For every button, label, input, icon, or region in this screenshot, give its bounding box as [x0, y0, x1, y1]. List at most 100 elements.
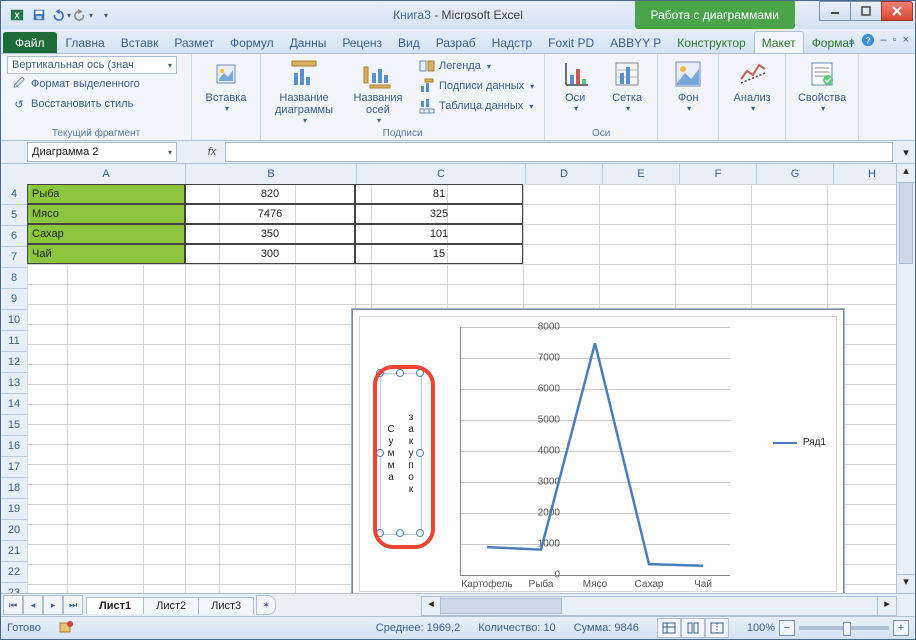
cell[interactable]: 101 [355, 224, 523, 244]
row-header[interactable]: 17 [1, 457, 28, 478]
undo-icon[interactable]: ▾ [51, 5, 71, 25]
fx-icon[interactable]: fx [203, 143, 221, 161]
help-icon[interactable]: ? [861, 33, 875, 47]
chart-title-button[interactable]: Название диаграммы▾ [267, 56, 341, 127]
cell[interactable]: 350 [185, 224, 355, 244]
chart-legend[interactable]: Ряд1 [773, 437, 826, 448]
vertical-scrollbar[interactable]: ▴ ▾ [896, 164, 915, 593]
close-button[interactable] [881, 1, 913, 21]
row-header[interactable]: 7 [1, 247, 28, 268]
zoom-slider[interactable] [799, 626, 889, 630]
save-icon[interactable] [29, 5, 49, 25]
normal-view-button[interactable] [657, 618, 681, 638]
col-header[interactable]: E [603, 164, 680, 185]
horizontal-scrollbar[interactable]: ◂ ▸ [421, 596, 897, 616]
page-layout-view-button[interactable] [681, 618, 705, 638]
row-header[interactable]: 23 [1, 583, 28, 593]
col-header[interactable]: G [757, 164, 834, 185]
col-header[interactable]: B [186, 164, 357, 185]
selection-handle[interactable] [376, 529, 384, 537]
data-table-button[interactable]: Таблица данных▾ [415, 96, 538, 116]
tab-главна[interactable]: Главна [58, 31, 113, 53]
last-sheet-button[interactable]: ⏭ [63, 595, 83, 615]
row-header[interactable]: 13 [1, 373, 28, 394]
tab-формул[interactable]: Формул [222, 31, 282, 53]
tab-реценз[interactable]: Реценз [334, 31, 390, 53]
tab-надстр[interactable]: Надстр [484, 31, 541, 53]
row-header[interactable]: 8 [1, 268, 28, 289]
row-header[interactable]: 5 [1, 205, 28, 226]
cell[interactable]: 7476 [185, 204, 355, 224]
sheet-tab[interactable]: Лист2 [143, 597, 199, 614]
doc-minimize-icon[interactable]: – [881, 34, 887, 46]
qat-customize-icon[interactable]: ▾ [95, 5, 115, 25]
cell[interactable]: 15 [355, 244, 523, 264]
file-tab[interactable]: Файл [3, 32, 57, 53]
doc-restore-icon[interactable]: ▫ [893, 34, 897, 46]
cell[interactable]: Рыба [27, 184, 185, 204]
row-header[interactable]: 9 [1, 289, 28, 310]
maximize-button[interactable] [850, 1, 882, 21]
legend-button[interactable]: Легенда▾ [415, 56, 538, 76]
chart-series-line[interactable] [487, 343, 703, 565]
tab-разраб[interactable]: Разраб [428, 31, 484, 53]
row-header[interactable]: 20 [1, 520, 28, 541]
expand-formula-icon[interactable]: ▾ [897, 146, 915, 159]
tab-abbyy p[interactable]: ABBYY P [602, 31, 669, 53]
format-selection-button[interactable]: 🖉Формат выделенного [7, 74, 185, 94]
row-header[interactable]: 16 [1, 436, 28, 457]
cell[interactable]: Мясо [27, 204, 185, 224]
col-header[interactable]: C [357, 164, 526, 185]
background-button[interactable]: Фон▾ [664, 56, 712, 115]
row-header[interactable]: 6 [1, 226, 28, 247]
zoom-level[interactable]: 100% [747, 622, 775, 634]
tab-foxit pd[interactable]: Foxit PD [540, 31, 602, 53]
sheet-tab[interactable]: Лист3 [198, 597, 254, 614]
row-header[interactable]: 12 [1, 352, 28, 373]
minimize-ribbon-icon[interactable]: ▵ [849, 34, 855, 47]
properties-button[interactable]: Свойства▾ [792, 56, 852, 115]
zoom-in-button[interactable]: + [893, 620, 909, 636]
gridlines-button[interactable]: Сетка▾ [603, 56, 651, 115]
select-all-corner[interactable] [1, 164, 28, 185]
redo-icon[interactable]: ▾ [73, 5, 93, 25]
name-box[interactable]: Диаграмма 2▾ [27, 142, 177, 162]
next-sheet-button[interactable]: ▸ [43, 595, 63, 615]
selection-handle[interactable] [416, 369, 424, 377]
row-header[interactable]: 22 [1, 562, 28, 583]
row-header[interactable]: 18 [1, 478, 28, 499]
prev-sheet-button[interactable]: ◂ [23, 595, 43, 615]
minimize-button[interactable] [819, 1, 851, 21]
selection-handle[interactable] [416, 529, 424, 537]
excel-icon[interactable]: X [7, 5, 27, 25]
col-header[interactable]: D [526, 164, 603, 185]
row-header[interactable]: 4 [1, 184, 28, 205]
cell[interactable]: 820 [185, 184, 355, 204]
macro-record-icon[interactable] [59, 620, 73, 637]
insert-button[interactable]: Вставка▾ [198, 56, 254, 115]
cell[interactable]: 300 [185, 244, 355, 264]
tab-размет[interactable]: Размет [166, 31, 222, 53]
reset-style-button[interactable]: ↺Восстановить стиль [7, 94, 185, 114]
row-header[interactable]: 21 [1, 541, 28, 562]
page-break-view-button[interactable] [705, 618, 729, 638]
col-header[interactable]: A [27, 164, 186, 185]
cell[interactable]: Сахар [27, 224, 185, 244]
selection-dropdown[interactable]: Вертикальная ось (знач▾ [7, 56, 177, 74]
chart-object[interactable]: 010002000300040005000600070008000Картофе… [352, 309, 844, 593]
tab-вставк[interactable]: Вставк [113, 31, 167, 53]
tab-данны[interactable]: Данны [282, 31, 335, 53]
axes-button[interactable]: Оси▾ [551, 56, 599, 115]
analysis-button[interactable]: Анализ▾ [725, 56, 779, 115]
tab-макет[interactable]: Макет [754, 31, 804, 53]
selection-handle[interactable] [396, 529, 404, 537]
axis-titles-button[interactable]: Названия осей▾ [345, 56, 411, 127]
row-header[interactable]: 15 [1, 415, 28, 436]
selection-handle[interactable] [396, 369, 404, 377]
col-header[interactable]: F [680, 164, 757, 185]
row-header[interactable]: 19 [1, 499, 28, 520]
zoom-out-button[interactable]: − [779, 620, 795, 636]
new-sheet-button[interactable]: ✶ [256, 595, 276, 615]
row-header[interactable]: 11 [1, 331, 28, 352]
data-labels-button[interactable]: Подписи данных▾ [415, 76, 538, 96]
